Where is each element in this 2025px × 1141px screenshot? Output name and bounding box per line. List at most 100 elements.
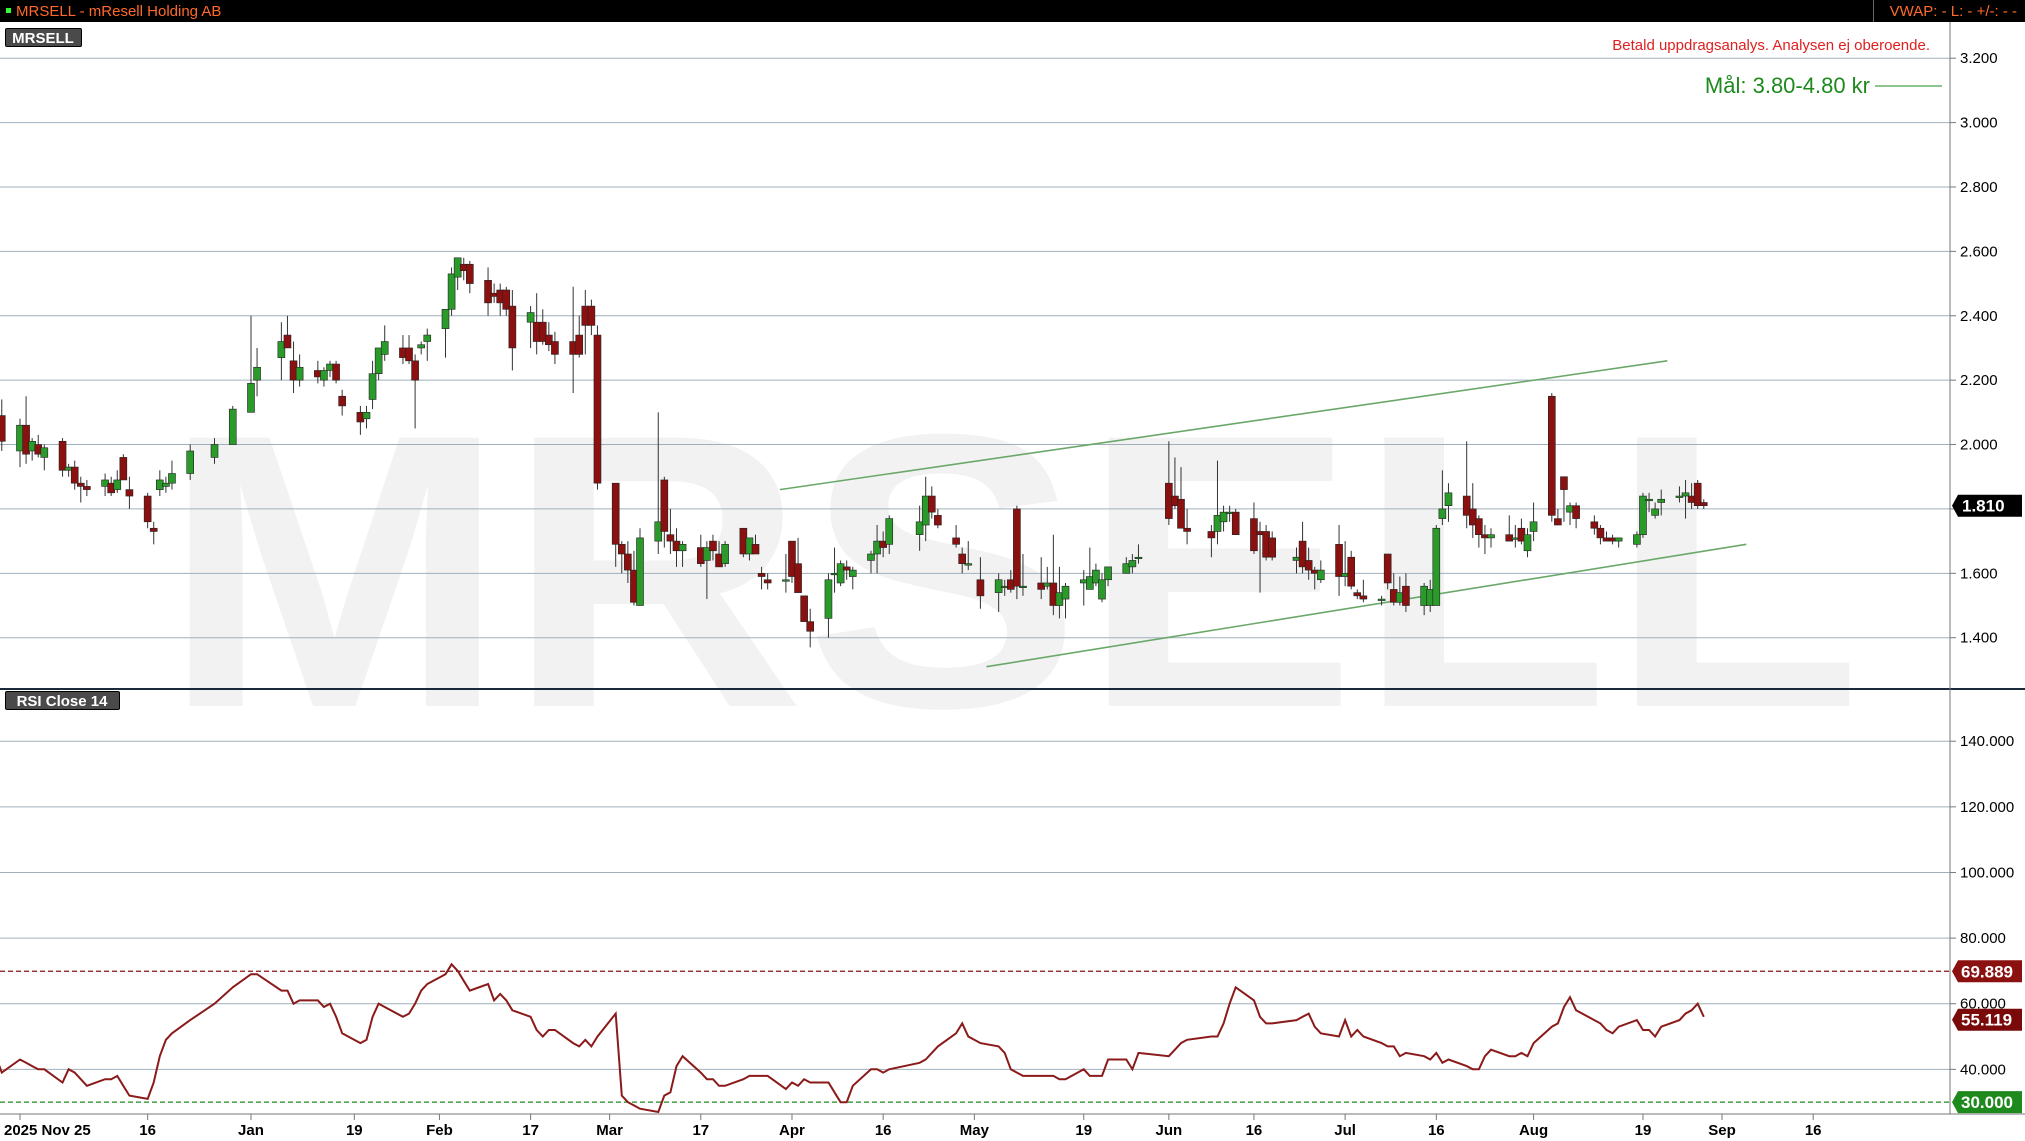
candle-body — [1554, 518, 1562, 526]
status-dot-icon — [6, 8, 11, 13]
title-separator — [1873, 0, 1874, 22]
date-tick-label: Mar — [596, 1122, 623, 1139]
vwap-readout: VWAP: - L: - +/-: - - — [1889, 3, 2017, 20]
candle-body — [1639, 495, 1647, 535]
candle — [441, 309, 450, 358]
candle — [1013, 505, 1021, 600]
candle-body — [593, 334, 602, 484]
candle-body — [508, 305, 517, 349]
candle-body — [678, 544, 687, 552]
candle-body — [1268, 537, 1276, 558]
rsi-value-markers: 69.889 55.119 30.000 — [1952, 960, 2022, 1114]
candle — [1432, 525, 1441, 606]
rsi-tick-label: 40.000 — [1960, 1061, 2006, 1078]
candle-body — [721, 544, 729, 564]
candle-body — [587, 305, 596, 326]
candle-body — [1347, 556, 1356, 587]
candle-body — [1359, 595, 1368, 600]
candle — [593, 325, 602, 490]
candle-body — [380, 341, 389, 355]
candle-body — [964, 563, 973, 566]
rsi-badge: RSI Close 14 — [5, 691, 120, 710]
candle-body — [763, 579, 772, 584]
rsi-levels — [0, 970, 1950, 1103]
candle-body — [447, 273, 456, 310]
candle-body — [848, 569, 857, 577]
price-tick-label: 2.000 — [1960, 437, 1998, 454]
candle-body — [1699, 502, 1708, 507]
candle-body — [824, 579, 833, 619]
candle-body — [666, 534, 675, 542]
candle — [636, 528, 644, 606]
rsi-tick-label: 100.000 — [1960, 864, 2014, 881]
candle-body — [660, 479, 669, 532]
rsi-current-box: 55.119 — [1952, 1008, 2022, 1031]
candle-body — [1013, 508, 1021, 587]
candle-body — [113, 479, 122, 490]
date-tick-label: 2025 Nov 25 — [4, 1122, 91, 1139]
candle-body — [168, 473, 176, 484]
price-tick-label: 2.600 — [1960, 243, 1998, 260]
candle-body — [362, 412, 371, 420]
candle-body — [119, 457, 128, 481]
candle-body — [867, 553, 875, 561]
candle-body — [782, 579, 790, 582]
candle — [332, 360, 340, 384]
candle-body — [806, 621, 815, 632]
candle-body — [441, 309, 450, 329]
chart-area[interactable]: MRSELL 1.4001.6001.8002.0002.2002.4002.6… — [0, 22, 2025, 1141]
candle — [119, 454, 128, 481]
candle-body — [1560, 476, 1568, 490]
disclaimer-text: Betald uppdragsanalys. Analysen ej obero… — [1612, 37, 1930, 54]
candle-body — [624, 553, 632, 571]
candle-body — [210, 444, 219, 458]
date-tick-label: 17 — [522, 1122, 539, 1139]
rsi-lower-box: 30.000 — [1952, 1091, 2022, 1114]
candle — [83, 479, 91, 497]
candle-body — [1061, 585, 1070, 600]
candle-body — [1128, 560, 1137, 568]
candle-body — [526, 312, 535, 323]
candle — [800, 595, 808, 622]
date-tick-label: 16 — [139, 1122, 156, 1139]
candle — [125, 476, 134, 509]
candle-body — [1651, 508, 1659, 516]
candle-body — [1317, 569, 1325, 581]
candle-body — [794, 563, 802, 593]
candle — [149, 521, 158, 545]
candle — [40, 444, 49, 471]
candle-body — [1134, 556, 1143, 560]
candle-body — [405, 347, 413, 362]
candle-body — [70, 466, 79, 484]
candle-body — [575, 334, 584, 355]
candle — [0, 399, 6, 451]
candle-body — [1183, 527, 1191, 532]
date-tick-label: Jan — [238, 1122, 264, 1139]
last-price-marker: 1.810 — [1952, 494, 2022, 517]
ticker-label: MRSELL — [12, 30, 74, 47]
candle-body — [1432, 527, 1441, 606]
candle — [484, 267, 492, 316]
candle-body — [411, 360, 419, 381]
candle-body — [228, 408, 237, 445]
candle-body — [757, 573, 766, 577]
candle-body — [1377, 598, 1386, 601]
candle-body — [283, 334, 292, 349]
rsi-upper-box: 69.889 — [1952, 960, 2022, 983]
candle-body — [332, 363, 340, 381]
candle-body — [143, 495, 152, 523]
candle-body — [1681, 492, 1690, 497]
date-tick-label: Apr — [779, 1122, 805, 1139]
candle-body — [484, 280, 492, 304]
date-tick-label: 19 — [346, 1122, 363, 1139]
price-axis: 1.4001.6001.8002.0002.2002.4002.6002.800… — [1950, 50, 1998, 647]
candle-body — [253, 366, 261, 381]
ticker-badge: MRSELL — [5, 28, 82, 47]
candle-body — [551, 341, 559, 355]
rsi-tick-label: 80.000 — [1960, 930, 2006, 947]
candle-body — [1019, 585, 1027, 588]
candle-body — [1590, 521, 1599, 529]
candle — [58, 438, 67, 477]
candle-body — [709, 540, 717, 552]
candle-body — [1177, 498, 1185, 529]
